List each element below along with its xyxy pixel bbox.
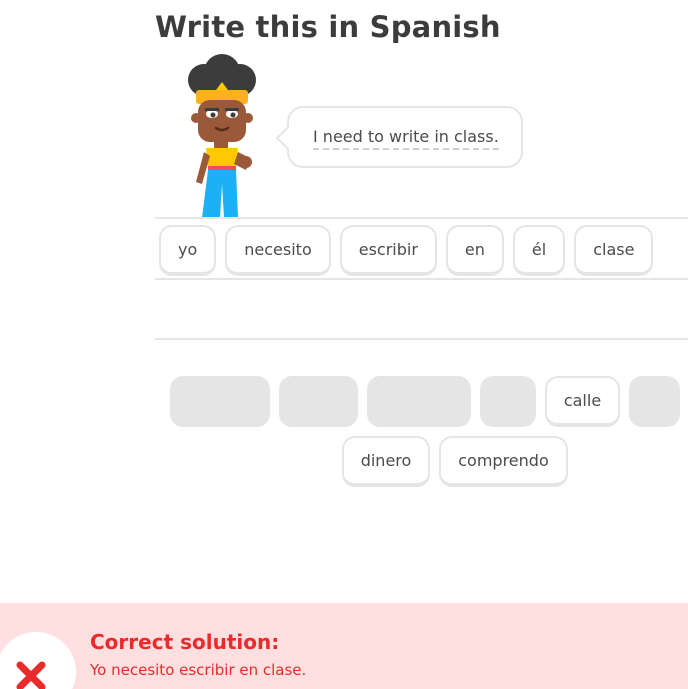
answer-line-bottom xyxy=(155,338,688,340)
used-word-placeholder xyxy=(279,376,358,427)
answer-tile[interactable]: necesito xyxy=(225,225,331,276)
feedback-banner: Correct solution: Yo necesito escribir e… xyxy=(0,603,688,689)
answer-line-top xyxy=(155,217,688,219)
answer-area: yo necesito escribir en él clase xyxy=(159,225,654,276)
answer-tile[interactable]: escribir xyxy=(339,225,437,276)
exercise-screen: Write this in Spanish I need to write in… xyxy=(0,0,688,689)
word-bank-tile[interactable]: calle xyxy=(545,376,620,427)
speech-bubble-tail xyxy=(275,126,299,150)
word-bank-row-2: dinero comprendo xyxy=(342,436,568,487)
answer-tile[interactable]: él xyxy=(512,225,566,276)
word-bank-tile[interactable]: comprendo xyxy=(439,436,568,487)
used-word-placeholder xyxy=(480,376,536,427)
answer-tile[interactable]: en xyxy=(445,225,504,276)
used-word-placeholder xyxy=(170,376,270,427)
answer-tile[interactable]: clase xyxy=(574,225,654,276)
word-bank-tile[interactable]: dinero xyxy=(342,436,430,487)
solution-text: Yo necesito escribir en clase. xyxy=(90,661,307,679)
used-word-placeholder xyxy=(629,376,680,427)
word-bank-row-1: calle xyxy=(170,376,688,427)
character-illustration xyxy=(188,54,256,218)
answer-tile[interactable]: yo xyxy=(159,225,217,276)
answer-line-middle xyxy=(155,278,688,280)
used-word-placeholder xyxy=(367,376,471,427)
exercise-title: Write this in Spanish xyxy=(155,10,501,44)
speech-bubble: I need to write in class. xyxy=(275,106,523,168)
x-mark-icon xyxy=(16,661,46,689)
status-circle xyxy=(0,632,76,689)
solution-heading: Correct solution: xyxy=(90,630,280,654)
prompt-sentence[interactable]: I need to write in class. xyxy=(313,128,499,150)
